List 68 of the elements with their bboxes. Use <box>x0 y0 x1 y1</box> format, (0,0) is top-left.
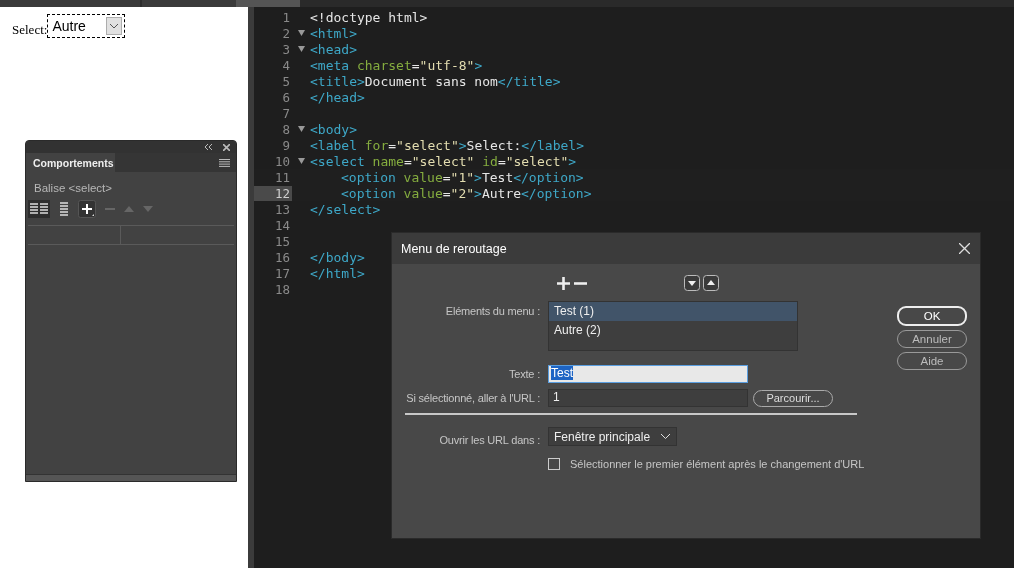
field-label: Texte : <box>508 368 541 380</box>
select-label: Select: <box>12 22 48 38</box>
line-number: 11 <box>273 169 291 185</box>
dialog-button[interactable]: Aide <box>897 352 967 370</box>
dialog-button[interactable]: OK <box>897 306 967 326</box>
code-line: <option value="2">Autre</option> <box>340 185 592 201</box>
menu-icon[interactable] <box>219 158 230 167</box>
code-line: <title>Document sans nom</title> <box>310 73 561 89</box>
close-icon[interactable] <box>959 243 970 254</box>
dialog-title: Menu de reroutage <box>401 241 507 256</box>
chevron-down-icon <box>661 434 670 439</box>
code-line: </head> <box>310 89 365 105</box>
line-number: 18 <box>273 281 291 297</box>
browse-button[interactable]: Parcourir... <box>753 389 833 407</box>
select-dropdown[interactable]: Autre <box>47 14 126 38</box>
chevron-down-icon <box>106 17 123 35</box>
line-number: 12 <box>254 185 292 201</box>
line-number: 16 <box>273 249 291 265</box>
code-line: <select name="select" id="select"> <box>310 153 577 169</box>
line-number: 4 <box>281 57 291 73</box>
fold-arrow-icon[interactable] <box>297 158 305 164</box>
move-up-icon[interactable] <box>703 275 719 291</box>
url-field[interactable]: 1 <box>548 389 748 407</box>
line-number: 1 <box>281 9 291 25</box>
panel-tab[interactable]: Comportements <box>26 153 115 172</box>
move-down-icon[interactable] <box>684 275 700 291</box>
line-number: 8 <box>281 121 291 137</box>
line-number: 7 <box>281 105 291 121</box>
text-field[interactable]: Test <box>548 365 748 383</box>
resize-grip[interactable] <box>26 474 236 481</box>
line-number: 13 <box>273 201 291 217</box>
line-number: 5 <box>281 73 291 89</box>
line-number: 2 <box>281 25 291 41</box>
fold-arrow-icon[interactable] <box>297 126 305 132</box>
code-line: <html> <box>310 25 357 41</box>
code-line: </html> <box>310 265 365 281</box>
checkbox[interactable] <box>548 458 560 470</box>
add-icon[interactable] <box>78 200 96 218</box>
code-line: <head> <box>310 41 357 57</box>
code-line: <body> <box>310 121 357 137</box>
line-number: 3 <box>281 41 291 57</box>
line-number: 9 <box>281 137 291 153</box>
field-label: Ouvrir les URL dans : <box>438 433 541 446</box>
list-view-icon[interactable] <box>28 200 50 218</box>
code-line: <option value="1">Test</option> <box>340 169 584 185</box>
field-label: Si sélectionné, aller à l'URL : <box>405 392 541 404</box>
collapse-icon[interactable] <box>204 144 213 150</box>
list-item[interactable]: Autre (2) <box>549 321 797 340</box>
close-icon[interactable] <box>223 143 230 151</box>
code-line: <!doctype html> <box>310 9 428 25</box>
line-number: 10 <box>273 153 291 169</box>
line-number: 17 <box>273 265 291 281</box>
line-number: 15 <box>273 233 291 249</box>
target-dropdown[interactable]: Fenêtre principale <box>548 427 677 446</box>
code-line: </body> <box>310 249 365 265</box>
line-number: 14 <box>273 217 291 233</box>
checkbox-label: Sélectionner le premier élément après le changement d'URL <box>570 458 865 470</box>
field-label: Eléments du menu : <box>444 304 541 317</box>
tag-label: Balise <select> <box>33 181 113 196</box>
dialog-button[interactable]: Annuler <box>897 330 967 348</box>
fold-arrow-icon[interactable] <box>297 30 305 36</box>
code-line: <meta charset="utf-8"> <box>310 57 483 73</box>
list-item[interactable]: Test (1) <box>549 302 797 321</box>
code-line: <label for="select">Select:</label> <box>310 137 584 153</box>
fold-arrow-icon[interactable] <box>297 46 305 52</box>
list-icon[interactable] <box>59 202 69 216</box>
code-line: </select> <box>310 201 381 217</box>
line-number: 6 <box>281 89 291 105</box>
